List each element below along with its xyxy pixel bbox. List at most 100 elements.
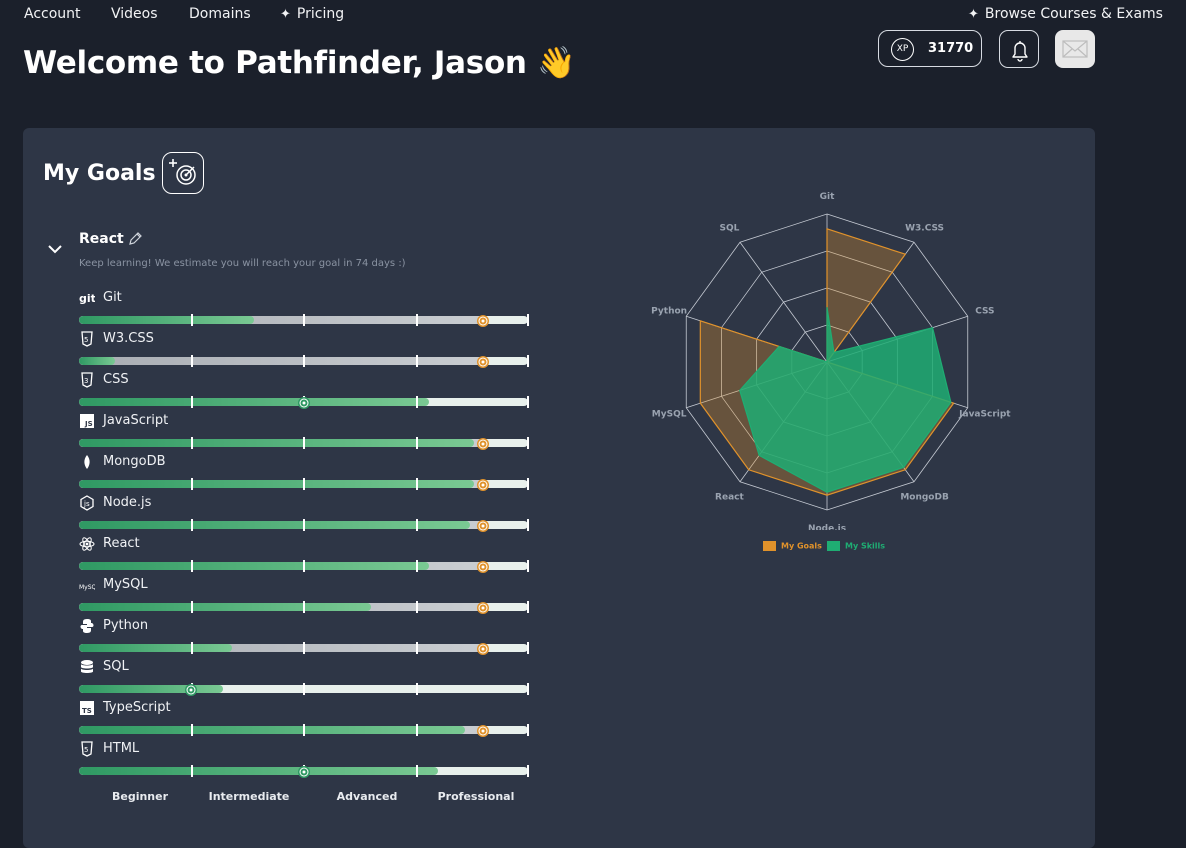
level-tick — [191, 601, 193, 613]
svg-text:5: 5 — [84, 336, 88, 344]
goal-target-icon[interactable] — [476, 313, 490, 327]
notifications-button[interactable] — [999, 30, 1039, 68]
skill-progress-fill — [79, 521, 470, 529]
level-tick — [303, 437, 305, 449]
level-tick — [527, 519, 529, 531]
nav-pricing[interactable]: ✦ Pricing — [280, 6, 344, 22]
nav-pricing-label: Pricing — [296, 6, 345, 22]
radar-axis-label: React — [715, 492, 744, 502]
skills-radar-chart: Git W3.CSS CSS JavaScript MongoDB Node.js Reac… — [651, 192, 1011, 530]
goal-target-icon[interactable] — [476, 354, 490, 368]
level-tick — [191, 396, 193, 408]
skill-row: TS TypeScript — [79, 700, 531, 740]
level-tick — [416, 355, 418, 367]
level-tick — [416, 519, 418, 531]
nav-browse-label: Browse Courses & Exams — [984, 6, 1163, 22]
goal-target-icon[interactable] — [476, 518, 490, 532]
react-atom-icon — [79, 536, 95, 552]
goal-target-icon[interactable] — [476, 436, 490, 450]
skill-name: MySQL — [103, 577, 148, 592]
xp-value: 31770 — [928, 41, 974, 56]
nav-videos[interactable]: Videos — [111, 6, 158, 22]
svg-text:git: git — [79, 292, 95, 305]
level-tick — [416, 765, 418, 777]
radar-axis-label: Git — [820, 192, 835, 202]
level-tick — [303, 519, 305, 531]
skill-name: Python — [103, 618, 149, 633]
skill-progress-fill — [79, 316, 255, 324]
goal-target-icon[interactable] — [297, 395, 311, 409]
nav-account[interactable]: Account — [24, 6, 81, 22]
chevron-down-icon[interactable] — [46, 242, 64, 256]
level-tick — [191, 724, 193, 736]
skill-progress-fill — [79, 480, 475, 488]
goal-estimate: Keep learning! We estimate you will reac… — [79, 258, 406, 269]
svg-text:TS: TS — [82, 707, 92, 715]
goal-target-icon[interactable] — [476, 641, 490, 655]
skill-progress-fill — [79, 644, 232, 652]
level-tick — [303, 478, 305, 490]
skill-name: W3.CSS — [103, 331, 154, 346]
mysql-icon: MySQL — [79, 577, 95, 593]
goal-name: React — [79, 231, 124, 247]
xp-counter[interactable]: XP 31770 — [878, 30, 982, 67]
nav-browse-courses[interactable]: ✦ Browse Courses & Exams — [968, 6, 1163, 22]
pencil-icon[interactable] — [127, 231, 143, 247]
level-tick — [191, 437, 193, 449]
add-goal-button[interactable] — [162, 152, 204, 194]
goal-target-icon[interactable] — [297, 764, 311, 778]
mongodb-leaf-icon — [79, 454, 95, 470]
messages-button[interactable] — [1055, 30, 1095, 68]
skill-progress-fill — [79, 439, 475, 447]
level-tick — [416, 683, 418, 695]
level-tick — [527, 396, 529, 408]
skill-row: SQL — [79, 659, 531, 699]
goal-target-icon[interactable] — [476, 723, 490, 737]
skill-row: 3 CSS — [79, 372, 531, 412]
level-tick — [303, 683, 305, 695]
sparkle-icon: ✦ — [968, 7, 979, 22]
xp-badge: XP — [891, 38, 914, 61]
radar-axis-label: Python — [651, 307, 687, 317]
javascript-icon: JS — [79, 413, 95, 429]
skill-name: CSS — [103, 372, 129, 387]
nav-domains[interactable]: Domains — [189, 6, 251, 22]
level-tick — [191, 519, 193, 531]
skill-row: React — [79, 536, 531, 576]
level-tick — [416, 560, 418, 572]
skill-progress-fill — [79, 357, 115, 365]
level-tick — [191, 560, 193, 572]
svg-text:3: 3 — [84, 377, 88, 385]
level-intermediate: Intermediate — [208, 790, 290, 803]
radar-axis-label: MongoDB — [900, 492, 949, 502]
skill-name: React — [103, 536, 140, 551]
level-tick — [191, 314, 193, 326]
level-tick — [527, 314, 529, 326]
goal-target-icon[interactable] — [476, 559, 490, 573]
skill-progress-fill — [79, 603, 371, 611]
radar-axis-label: MySQL — [652, 409, 687, 419]
sparkle-icon: ✦ — [280, 7, 291, 22]
level-tick — [527, 642, 529, 654]
skill-progress-fill — [79, 685, 223, 693]
goal-target-icon[interactable] — [184, 682, 198, 696]
level-professional: Professional — [437, 790, 515, 803]
skill-name: TypeScript — [103, 700, 171, 715]
top-navbar: Account Videos Domains ✦ Pricing ✦ Browse … — [0, 0, 1186, 30]
goal-target-icon[interactable] — [476, 600, 490, 614]
page-title: Welcome to Pathfinder, Jason 👋 — [23, 45, 576, 81]
level-tick — [416, 601, 418, 613]
level-tick — [527, 765, 529, 777]
legend-goals[interactable]: My Goals — [763, 541, 822, 551]
skill-row: JS JavaScript — [79, 413, 531, 453]
goal-target-icon[interactable] — [476, 477, 490, 491]
level-tick — [191, 765, 193, 777]
level-tick — [303, 355, 305, 367]
skill-name: Node.js — [103, 495, 152, 510]
level-tick — [527, 601, 529, 613]
legend-skills[interactable]: My Skills — [827, 541, 885, 551]
legend-goals-label: My Goals — [781, 541, 822, 551]
level-tick — [191, 478, 193, 490]
skill-row: git Git — [79, 290, 531, 330]
level-tick — [191, 355, 193, 367]
